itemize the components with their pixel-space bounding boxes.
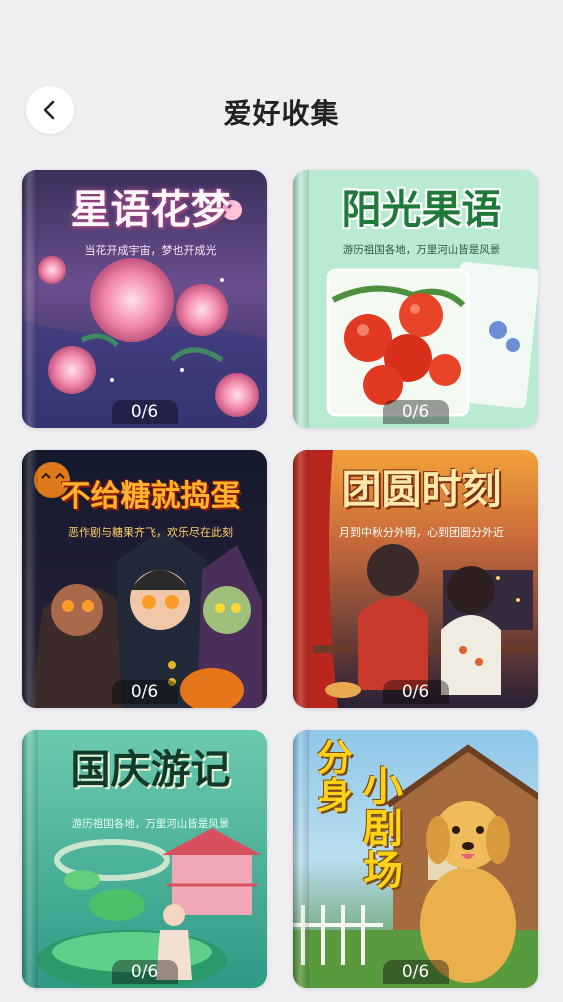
card-title: 阳光果语	[341, 187, 502, 233]
progress-badge: 0/6	[382, 680, 449, 704]
book-spine	[22, 450, 38, 708]
card-title-line-1: 分身	[317, 738, 354, 817]
card-subtitle: 月到中秋分外明，心到团圆分外近	[339, 526, 504, 539]
book-spine	[293, 170, 309, 428]
progress-badge: 0/6	[382, 960, 449, 984]
collection-card-national-day-trip[interactable]: 国庆游记 游历祖国各地，万里河山皆是风景 0/6	[22, 730, 267, 988]
progress-badge: 0/6	[382, 400, 449, 424]
card-title: 不给糖就捣蛋	[60, 479, 241, 514]
card-subtitle: 游历祖国各地，万里河山皆是风景	[71, 818, 230, 830]
card-subtitle: 当花开成宇宙，梦也开成光	[84, 244, 217, 257]
book-spine	[22, 730, 38, 988]
collection-card-sunshine-fruit[interactable]: 阳光果语 游历祖国各地，万里河山皆是风景 0/6	[293, 170, 538, 428]
card-title: 国庆游记	[70, 747, 231, 793]
collection-card-star-flower-dream[interactable]: 星语花梦 当花开成宇宙，梦也开成光 0/6	[22, 170, 267, 428]
progress-badge: 0/6	[111, 960, 178, 984]
collection-card-clone-theater[interactable]: 分身 小剧场 0/6	[293, 730, 538, 988]
progress-badge: 0/6	[111, 680, 178, 704]
card-subtitle: 游历祖国各地，万里河山皆是风景	[342, 244, 501, 256]
book-spine	[293, 450, 309, 708]
page-title: 爱好收集	[223, 97, 340, 130]
progress-badge: 0/6	[111, 400, 178, 424]
card-title: 团圆时刻	[341, 467, 502, 513]
book-spine	[293, 730, 309, 988]
card-title-line-2: 小剧场	[363, 764, 403, 894]
book-spine	[22, 170, 38, 428]
collection-grid: 星语花梦 当花开成宇宙，梦也开成光 0/6 阳光果语 游历祖国各地，万里河山皆是…	[22, 170, 540, 988]
card-title: 星语花梦	[70, 187, 231, 233]
collection-card-reunion-moment[interactable]: 团圆时刻 月到中秋分外明，心到团圆分外近 0/6	[293, 450, 538, 708]
hobby-collection-page: 爱好收集 星语花梦 当花开成宇宙，梦也开成光 0/6 阳光果语 游历祖国各地，万…	[0, 0, 563, 1002]
collection-card-trick-or-treat[interactable]: 不给糖就捣蛋 恶作剧与糖果齐飞，欢乐尽在此刻 0/6	[22, 450, 267, 708]
card-subtitle: 恶作剧与糖果齐飞，欢乐尽在此刻	[68, 526, 233, 539]
